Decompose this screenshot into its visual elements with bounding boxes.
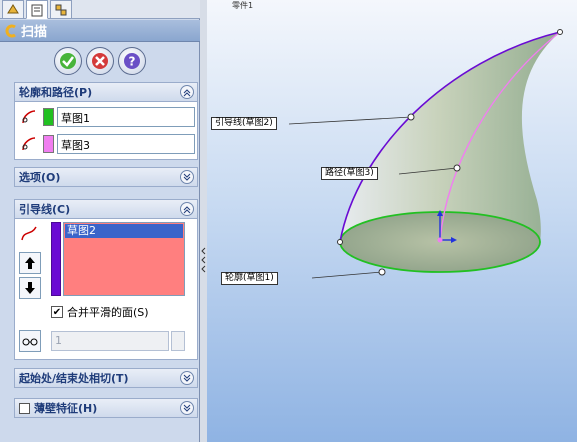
sweep-preview-graphic — [288, 29, 563, 279]
merge-faces-label: 合并平滑的面(S) — [67, 306, 149, 319]
feature-manager-icon — [7, 3, 19, 13]
guide-curve-callout[interactable]: 引导线(草图2) — [211, 117, 277, 130]
merge-faces-checkbox[interactable]: ✔ — [51, 306, 63, 318]
options-title: 选项(O) — [19, 171, 61, 184]
feature-tree-fragment: 零件1 — [232, 0, 254, 10]
guide-curves-group: 引导线(C) 草图2 ✔ 合并平滑的面(S) 1 — [14, 199, 198, 360]
svg-text:?: ? — [129, 55, 136, 69]
help-icon: ? — [124, 53, 140, 69]
arrow-up-icon — [25, 257, 35, 269]
profile-callout[interactable]: 轮廓(草图1) — [221, 272, 278, 285]
feature-title-bar: 扫描 — [0, 20, 200, 42]
profile-sketch-icon — [22, 110, 36, 124]
guide-curves-list[interactable]: 草图2 — [63, 222, 185, 296]
tangency-group: 起始处/结束处相切(T) — [14, 368, 198, 388]
tangency-header[interactable]: 起始处/结束处相切(T) — [15, 369, 197, 388]
property-manager-icon — [31, 4, 43, 16]
thin-feature-checkbox[interactable] — [19, 402, 30, 414]
thin-feature-header[interactable]: 薄壁特征(H) — [15, 399, 197, 418]
tangency-title: 起始处/结束处相切(T) — [19, 372, 129, 385]
feature-title: 扫描 — [21, 25, 48, 40]
thin-feature-group: 薄壁特征(H) — [14, 398, 198, 418]
expand-chevron-icon[interactable] — [180, 371, 194, 385]
property-manager-panel: 扫描 ? 轮廓和路径(P) 草图1 草图3 选项(O) 引导线(C) 草图2 ✔… — [0, 0, 200, 442]
action-buttons: ? — [0, 44, 200, 78]
cancel-button[interactable] — [86, 47, 114, 75]
guide-curve-icon — [21, 226, 37, 241]
guide-spin-input[interactable]: 1 — [51, 331, 169, 351]
guide-curves-title: 引导线(C) — [19, 203, 71, 216]
profile-color-chip — [43, 108, 54, 126]
graphics-viewport[interactable]: 引导线(草图2) 路径(草图3) 轮廓(草图1) — [207, 0, 577, 442]
profile-path-title: 轮廓和路径(P) — [19, 86, 93, 99]
options-group: 选项(O) — [14, 167, 198, 187]
thin-feature-title: 薄壁特征(H) — [34, 402, 98, 415]
cancel-icon — [92, 53, 108, 69]
move-up-button[interactable] — [19, 252, 41, 274]
profile-path-group: 轮廓和路径(P) 草图1 草图3 — [14, 82, 198, 160]
arrow-down-icon — [25, 282, 35, 294]
glasses-icon[interactable] — [19, 330, 41, 352]
path-color-chip — [43, 135, 54, 153]
panel-splitter[interactable] — [200, 0, 207, 442]
ok-icon — [60, 53, 76, 69]
path-selection-box[interactable]: 草图3 — [57, 134, 195, 154]
feature-manager-tab[interactable] — [2, 0, 24, 19]
expand-chevron-icon[interactable] — [180, 170, 194, 184]
options-header[interactable]: 选项(O) — [15, 168, 197, 187]
manager-tabs — [0, 0, 200, 19]
spin-buttons[interactable] — [171, 331, 185, 351]
configuration-manager-icon — [55, 4, 67, 15]
guide-color-stripe — [51, 222, 61, 296]
collapse-chevron-icon[interactable] — [180, 202, 194, 216]
path-sketch-icon — [22, 137, 36, 151]
expand-chevron-icon[interactable] — [180, 401, 194, 415]
path-row: 草图3 — [19, 133, 195, 155]
profile-row: 草图1 — [19, 106, 195, 128]
path-callout[interactable]: 路径(草图3) — [321, 167, 378, 180]
property-manager-tab[interactable] — [26, 0, 48, 19]
collapse-chevron-icon[interactable] — [180, 85, 194, 99]
configuration-manager-tab[interactable] — [50, 0, 72, 19]
guide-curves-header[interactable]: 引导线(C) — [15, 200, 197, 219]
guide-spin-row: 1 — [19, 330, 195, 352]
profile-selection-box[interactable]: 草图1 — [57, 107, 195, 127]
help-button[interactable]: ? — [118, 47, 146, 75]
part-label: 零件1 — [232, 1, 254, 10]
list-item[interactable]: 草图2 — [65, 224, 183, 238]
move-down-button[interactable] — [19, 277, 41, 299]
sweep-icon — [5, 24, 16, 37]
sweep-property-manager-window: 扫描 ? 轮廓和路径(P) 草图1 草图3 选项(O) 引导线(C) 草图2 ✔… — [0, 0, 577, 442]
merge-faces-option[interactable]: ✔ 合并平滑的面(S) — [51, 304, 149, 320]
ok-button[interactable] — [54, 47, 82, 75]
profile-path-header[interactable]: 轮廓和路径(P) — [15, 83, 197, 102]
